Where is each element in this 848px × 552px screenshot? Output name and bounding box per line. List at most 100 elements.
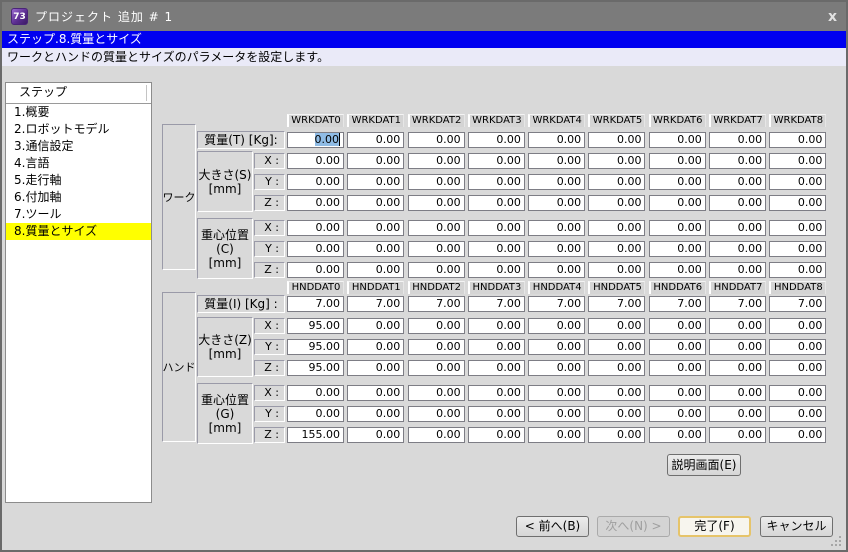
value-cell[interactable]: 0.00 — [649, 385, 706, 401]
value-cell[interactable]: 0.00 — [468, 262, 525, 278]
value-cell[interactable]: 7.00 — [769, 296, 826, 312]
value-cell[interactable]: 0.00 — [528, 427, 585, 443]
value-cell[interactable]: 0.00 — [468, 427, 525, 443]
value-cell[interactable]: 0.00 — [347, 385, 404, 401]
value-cell[interactable]: 0.00 — [468, 174, 525, 190]
value-cell[interactable]: 0.00 — [468, 195, 525, 211]
value-cell[interactable]: 0.00 — [709, 195, 766, 211]
value-cell[interactable]: 0.00 — [408, 262, 465, 278]
value-cell[interactable]: 0.00 — [709, 406, 766, 422]
value-cell[interactable]: 7.00 — [588, 296, 645, 312]
value-cell[interactable]: 0.00 — [468, 220, 525, 236]
value-cell[interactable]: 0.00 — [588, 427, 645, 443]
sidebar-step-item[interactable]: 2.ロボットモデル — [6, 121, 151, 138]
value-cell[interactable]: 0.00 — [347, 220, 404, 236]
back-button[interactable]: < 前へ(B) — [516, 516, 589, 537]
cancel-button[interactable]: キャンセル — [760, 516, 833, 537]
value-cell[interactable]: 0.00 — [408, 241, 465, 257]
value-cell[interactable]: 0.00 — [528, 241, 585, 257]
help-screen-button[interactable]: 説明画面(E) — [667, 454, 741, 476]
value-cell[interactable]: 0.00 — [287, 132, 344, 148]
value-cell[interactable]: 0.00 — [588, 262, 645, 278]
value-cell[interactable]: 0.00 — [649, 360, 706, 376]
value-cell[interactable]: 0.00 — [408, 385, 465, 401]
finish-button[interactable]: 完了(F) — [678, 516, 751, 537]
value-cell[interactable]: 0.00 — [287, 241, 344, 257]
value-cell[interactable]: 0.00 — [769, 195, 826, 211]
value-cell[interactable]: 0.00 — [709, 385, 766, 401]
value-cell[interactable]: 0.00 — [528, 262, 585, 278]
value-cell[interactable]: 0.00 — [528, 132, 585, 148]
value-cell[interactable]: 0.00 — [649, 153, 706, 169]
value-cell[interactable]: 0.00 — [769, 360, 826, 376]
value-cell[interactable]: 0.00 — [709, 132, 766, 148]
value-cell[interactable]: 0.00 — [769, 132, 826, 148]
value-cell[interactable]: 7.00 — [408, 296, 465, 312]
value-cell[interactable]: 0.00 — [347, 262, 404, 278]
value-cell[interactable]: 0.00 — [347, 132, 404, 148]
value-cell[interactable]: 0.00 — [347, 195, 404, 211]
value-cell[interactable]: 0.00 — [709, 220, 766, 236]
value-cell[interactable]: 95.00 — [287, 339, 344, 355]
value-cell[interactable]: 0.00 — [649, 427, 706, 443]
value-cell[interactable]: 0.00 — [588, 406, 645, 422]
value-cell[interactable]: 7.00 — [347, 296, 404, 312]
value-cell[interactable]: 7.00 — [709, 296, 766, 312]
value-cell[interactable]: 0.00 — [588, 339, 645, 355]
value-cell[interactable]: 0.00 — [769, 220, 826, 236]
value-cell[interactable]: 0.00 — [769, 385, 826, 401]
value-cell[interactable]: 0.00 — [709, 153, 766, 169]
value-cell[interactable]: 0.00 — [588, 241, 645, 257]
value-cell[interactable]: 0.00 — [709, 360, 766, 376]
value-cell[interactable]: 0.00 — [347, 339, 404, 355]
value-cell[interactable]: 0.00 — [769, 241, 826, 257]
value-cell[interactable]: 0.00 — [408, 406, 465, 422]
value-cell[interactable]: 0.00 — [528, 360, 585, 376]
sidebar-step-item[interactable]: 8.質量とサイズ — [6, 223, 151, 240]
value-cell[interactable]: 0.00 — [709, 262, 766, 278]
value-cell[interactable]: 0.00 — [468, 318, 525, 334]
value-cell[interactable]: 0.00 — [649, 174, 706, 190]
value-cell[interactable]: 0.00 — [769, 427, 826, 443]
value-cell[interactable]: 0.00 — [287, 174, 344, 190]
value-cell[interactable]: 0.00 — [769, 406, 826, 422]
value-cell[interactable]: 0.00 — [408, 195, 465, 211]
value-cell[interactable]: 0.00 — [287, 385, 344, 401]
value-cell[interactable]: 0.00 — [347, 318, 404, 334]
value-cell[interactable]: 0.00 — [287, 153, 344, 169]
sidebar-step-item[interactable]: 6.付加軸 — [6, 189, 151, 206]
value-cell[interactable]: 0.00 — [408, 153, 465, 169]
value-cell[interactable]: 7.00 — [649, 296, 706, 312]
value-cell[interactable]: 0.00 — [588, 132, 645, 148]
value-cell[interactable]: 0.00 — [347, 427, 404, 443]
sidebar-step-item[interactable]: 5.走行軸 — [6, 172, 151, 189]
value-cell[interactable]: 0.00 — [649, 241, 706, 257]
value-cell[interactable]: 0.00 — [769, 318, 826, 334]
value-cell[interactable]: 0.00 — [347, 153, 404, 169]
value-cell[interactable]: 0.00 — [528, 406, 585, 422]
value-cell[interactable]: 0.00 — [769, 262, 826, 278]
value-cell[interactable]: 0.00 — [649, 220, 706, 236]
value-cell[interactable]: 0.00 — [287, 220, 344, 236]
value-cell[interactable]: 0.00 — [588, 360, 645, 376]
value-cell[interactable]: 0.00 — [408, 339, 465, 355]
value-cell[interactable]: 0.00 — [347, 174, 404, 190]
sidebar-step-item[interactable]: 3.通信設定 — [6, 138, 151, 155]
value-cell[interactable]: 0.00 — [709, 427, 766, 443]
value-cell[interactable]: 0.00 — [649, 339, 706, 355]
value-cell[interactable]: 0.00 — [468, 360, 525, 376]
value-cell[interactable]: 0.00 — [408, 220, 465, 236]
value-cell[interactable]: 0.00 — [287, 262, 344, 278]
value-cell[interactable]: 0.00 — [588, 220, 645, 236]
value-cell[interactable]: 7.00 — [528, 296, 585, 312]
value-cell[interactable]: 0.00 — [347, 406, 404, 422]
value-cell[interactable]: 95.00 — [287, 360, 344, 376]
value-cell[interactable]: 0.00 — [709, 339, 766, 355]
value-cell[interactable]: 7.00 — [287, 296, 344, 312]
value-cell[interactable]: 0.00 — [649, 132, 706, 148]
sidebar-step-item[interactable]: 7.ツール — [6, 206, 151, 223]
close-icon[interactable]: x — [828, 10, 837, 24]
value-cell[interactable]: 0.00 — [528, 153, 585, 169]
value-cell[interactable]: 0.00 — [769, 174, 826, 190]
value-cell[interactable]: 0.00 — [588, 153, 645, 169]
